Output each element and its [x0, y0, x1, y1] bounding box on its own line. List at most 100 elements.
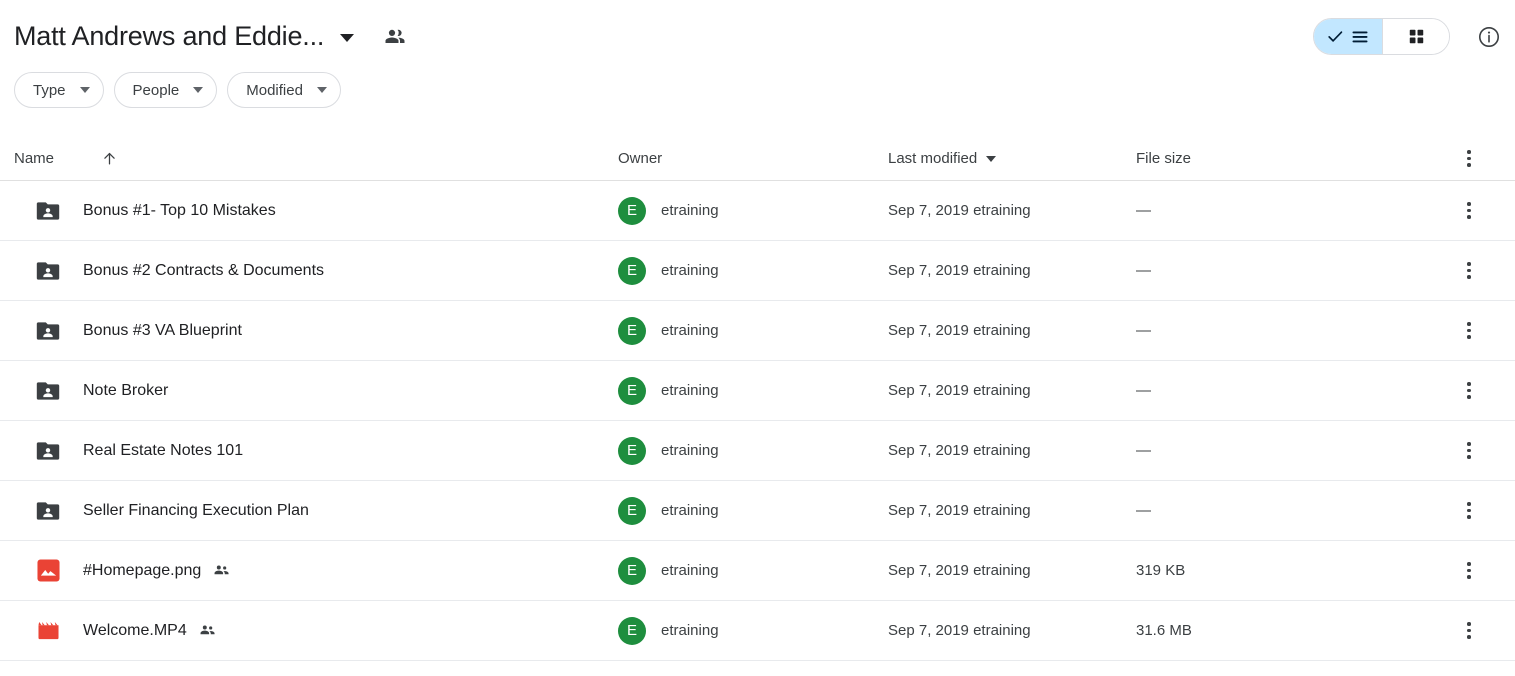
avatar: E [618, 316, 646, 345]
shared-people-icon [198, 621, 217, 640]
more-vertical-icon[interactable] [1457, 147, 1481, 171]
folder-shared-icon [36, 441, 60, 460]
grid-view-button[interactable] [1382, 19, 1449, 54]
avatar: E [618, 496, 646, 525]
filter-chips: Type People Modified [0, 72, 1515, 122]
more-vertical-icon[interactable] [1457, 319, 1481, 343]
avatar: E [618, 256, 646, 285]
cell-name[interactable]: #Homepage.png [14, 557, 618, 585]
avatar: E [618, 196, 646, 225]
avatar: E [618, 616, 646, 645]
more-vertical-icon[interactable] [1457, 199, 1481, 223]
cell-row-menu [1451, 559, 1515, 583]
filter-chip-type[interactable]: Type [14, 72, 104, 108]
cell-file-size: 319 KB [1136, 562, 1451, 579]
chevron-down-icon [986, 155, 997, 162]
cell-owner: Eetraining [618, 376, 888, 405]
cell-name[interactable]: Bonus #1- Top 10 Mistakes [14, 197, 618, 225]
video-file-icon [34, 617, 62, 645]
last-modified-label: Sep 7, 2019 etraining [888, 442, 1031, 459]
table-row[interactable]: Note Broker Eetraining Sep 7, 2019 etraini… [0, 361, 1515, 421]
avatar: E [618, 556, 646, 585]
cell-last-modified: Sep 7, 2019 etraining [888, 262, 1136, 279]
chevron-down-icon [316, 87, 327, 93]
image-file-icon [34, 557, 62, 585]
cell-owner: Eetraining [618, 556, 888, 585]
cell-name[interactable]: Seller Financing Execution Plan [14, 497, 618, 525]
filter-chip-modified[interactable]: Modified [227, 72, 341, 108]
owner-label: etraining [661, 382, 719, 399]
table-row[interactable]: Bonus #2 Contracts & Documents Eetraining… [0, 241, 1515, 301]
last-modified-label: Sep 7, 2019 etraining [888, 382, 1031, 399]
table-row[interactable]: Bonus #3 VA Blueprint Eetraining Sep 7, 20… [0, 301, 1515, 361]
cell-row-menu [1451, 199, 1515, 223]
more-vertical-icon[interactable] [1457, 259, 1481, 283]
table-row[interactable]: Welcome.MP4 Eetraining Sep 7, 2019 etraini… [0, 601, 1515, 661]
cell-last-modified: Sep 7, 2019 etraining [888, 442, 1136, 459]
filter-chip-people[interactable]: People [113, 72, 218, 108]
table-row[interactable]: Real Estate Notes 101 Eetraining Sep 7, 20… [0, 421, 1515, 481]
file-name-label: Bonus #2 Contracts & Documents [83, 261, 325, 279]
chevron-down-icon [193, 87, 204, 93]
top-bar: Matt Andrews and Eddie... [0, 0, 1515, 72]
cell-name[interactable]: Note Broker [14, 377, 618, 405]
filter-chip-label: Modified [246, 81, 303, 99]
column-header-file-size-label: File size [1136, 150, 1192, 167]
file-size-label: — [1136, 262, 1151, 279]
table-row[interactable]: Seller Financing Execution Plan Eetrainin… [0, 481, 1515, 541]
cell-name[interactable]: Welcome.MP4 [14, 617, 618, 645]
folder-shared-icon [36, 201, 60, 220]
cell-last-modified: Sep 7, 2019 etraining [888, 502, 1136, 519]
more-vertical-icon[interactable] [1457, 379, 1481, 403]
arrow-up-icon[interactable] [101, 150, 118, 167]
file-name-label: Welcome.MP4 [83, 621, 187, 639]
more-vertical-icon[interactable] [1457, 499, 1481, 523]
file-size-label: 319 KB [1136, 562, 1186, 579]
cell-last-modified: Sep 7, 2019 etraining [888, 382, 1136, 399]
last-modified-label: Sep 7, 2019 etraining [888, 322, 1031, 339]
column-header-last-modified[interactable]: Last modified [888, 150, 1136, 167]
last-modified-label: Sep 7, 2019 etraining [888, 502, 1031, 519]
cell-owner: Eetraining [618, 496, 888, 525]
table-row[interactable]: Bonus #1- Top 10 Mistakes Eetraining Sep 7… [0, 181, 1515, 241]
cell-last-modified: Sep 7, 2019 etraining [888, 202, 1136, 219]
column-header-owner[interactable]: Owner [618, 150, 888, 167]
owner-label: etraining [661, 442, 719, 459]
owner-label: etraining [661, 202, 719, 219]
column-header-name[interactable]: Name [14, 150, 618, 167]
list-view-button[interactable] [1314, 19, 1382, 54]
info-circle-icon[interactable] [1477, 25, 1501, 49]
folder-shared-icon [36, 321, 60, 340]
folder-shared-icon [34, 497, 62, 525]
chevron-down-icon[interactable] [340, 33, 355, 42]
folder-shared-icon [34, 437, 62, 465]
cell-name[interactable]: Bonus #2 Contracts & Documents [14, 257, 618, 285]
more-vertical-icon[interactable] [1457, 439, 1481, 463]
last-modified-label: Sep 7, 2019 etraining [888, 262, 1031, 279]
more-vertical-icon[interactable] [1457, 559, 1481, 583]
more-vertical-icon[interactable] [1457, 619, 1481, 643]
people-shared-icon[interactable] [383, 25, 407, 49]
file-name-label: Real Estate Notes 101 [83, 441, 244, 459]
table-row[interactable]: #Homepage.png Eetraining Sep 7, 2019 etrai… [0, 541, 1515, 601]
filter-chip-label: People [132, 81, 180, 99]
column-header-file-size[interactable]: File size [1136, 150, 1451, 167]
file-list-table: Name Owner Last modified File size Bonus… [0, 122, 1515, 661]
view-toggle [1313, 18, 1450, 55]
folder-shared-icon [34, 257, 62, 285]
file-name-label: #Homepage.png [83, 561, 202, 579]
shared-people-icon [212, 561, 231, 580]
owner-label: etraining [661, 622, 719, 639]
avatar: E [618, 436, 646, 465]
view-controls [1313, 18, 1501, 55]
chevron-down-icon [79, 87, 90, 93]
cell-name[interactable]: Bonus #3 VA Blueprint [14, 317, 618, 345]
cell-row-menu [1451, 259, 1515, 283]
cell-row-menu [1451, 319, 1515, 343]
cell-row-menu [1451, 499, 1515, 523]
image-file-icon [36, 559, 60, 582]
file-name-label: Note Broker [83, 381, 169, 399]
cell-last-modified: Sep 7, 2019 etraining [888, 562, 1136, 579]
cell-name[interactable]: Real Estate Notes 101 [14, 437, 618, 465]
column-header-owner-label: Owner [618, 150, 663, 167]
